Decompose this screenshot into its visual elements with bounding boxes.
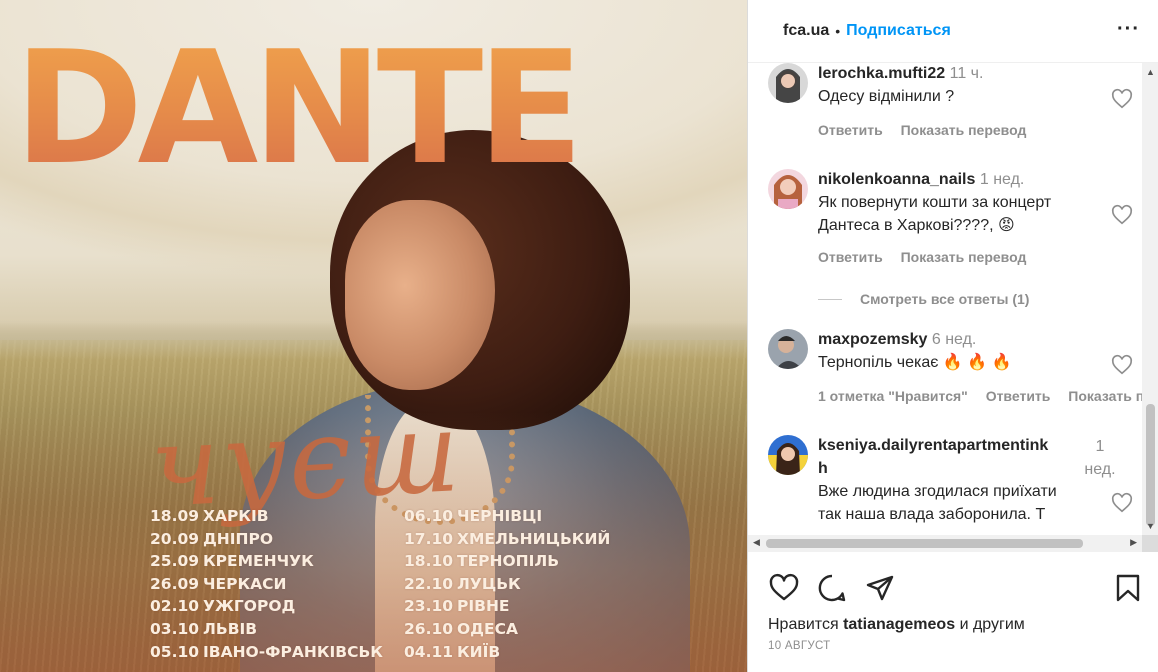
comment-actions: 1 отметка "Нравится" Ответить Показать п… [818, 388, 1142, 404]
comment-time[interactable]: 1 нед. [980, 171, 1025, 188]
translate-button[interactable]: Показать перевод [1068, 388, 1142, 404]
scroll-left-arrow-icon[interactable]: ◀ [753, 537, 760, 548]
post-header: fca.ua • Подписаться ··· [748, 0, 1158, 63]
tour-date-row: 25.09 КРЕМЕНЧУК [150, 552, 314, 571]
reply-button[interactable]: Ответить [818, 249, 883, 265]
likes-others[interactable]: и другим [960, 616, 1025, 633]
follow-button[interactable]: Подписаться [846, 22, 951, 40]
author-username[interactable]: fca.ua [783, 22, 829, 40]
scrollbar-thumb[interactable] [1146, 404, 1155, 526]
tour-date-row: 22.10 ЛУЦЬК [404, 574, 521, 593]
view-replies-button[interactable]: Смотреть все ответы (1) [818, 291, 1029, 307]
tour-date-row: 23.10 РІВНЕ [404, 597, 510, 616]
tour-date-row: 06.10 ЧЕРНІВЦІ [404, 507, 543, 525]
tour-date-row: 20.09 ДНІПРО [150, 529, 274, 548]
comment-text: Тернопіль чекає 🔥 🔥 🔥 [818, 354, 1012, 371]
comments-panel: fca.ua • Подписаться ··· lerochka.mufti2… [747, 0, 1158, 672]
comment-text: Як повернути кошти за концерт Дантеса в … [818, 194, 1052, 234]
likes-prefix: Нравится [768, 616, 839, 633]
horizontal-scrollbar[interactable]: ◀ ▶ [748, 535, 1142, 552]
tour-date-row: 18.09 ХАРКІВ [150, 507, 269, 525]
comment-username[interactable]: lerochka.mufti22 [818, 65, 945, 82]
post-date[interactable]: 10 АВГУСТ [768, 640, 831, 652]
share-icon[interactable] [864, 572, 896, 604]
comment-time[interactable]: 1 нед. [1080, 435, 1120, 481]
avatar[interactable] [768, 169, 808, 209]
tour-date-row: 17.10 ХМЕЛЬНИЦЬКИЙ [404, 529, 611, 548]
bookmark-icon[interactable] [1112, 572, 1144, 604]
scroll-up-arrow-icon[interactable]: ▲ [1146, 67, 1155, 77]
scroll-right-arrow-icon[interactable]: ▶ [1130, 537, 1137, 548]
comment-actions: Ответить Показать перевод [818, 122, 1040, 138]
header-separator: • [835, 23, 841, 39]
tour-date-row: 26.10 ОДЕСА [404, 619, 518, 638]
likes-username[interactable]: tatianagemeos [843, 616, 955, 633]
scrollbar-corner [1142, 535, 1158, 552]
like-comment-heart-icon[interactable] [1111, 354, 1133, 376]
comment-actions: Ответить Показать перевод [818, 249, 1040, 265]
avatar[interactable] [768, 329, 808, 369]
comment-body: kseniya.dailyrentapartmentinkh Вже людин… [818, 434, 1058, 526]
poster-headline: DANTES [14, 17, 685, 199]
vertical-scrollbar[interactable]: ▲ ▼ [1142, 63, 1158, 535]
comment-time[interactable]: 6 нед. [932, 331, 977, 348]
likes-summary: Нравится tatianagemeos и другим [768, 616, 1025, 634]
comment-body: lerochka.mufti22 11 ч. Одесу відмінили ? [818, 63, 1098, 108]
scroll-down-arrow-icon[interactable]: ▼ [1146, 521, 1155, 531]
tour-date-row: 26.09 ЧЕРКАСИ [150, 574, 287, 593]
comment-text: Вже людина згодилася приїхати так наша в… [818, 483, 1057, 523]
heart-icon[interactable] [768, 572, 800, 604]
tour-date-row: 03.10 ЛЬВІВ [150, 619, 258, 638]
comments-list[interactable]: lerochka.mufti22 11 ч. Одесу відмінили ?… [748, 63, 1142, 535]
scrollbar-thumb[interactable] [766, 539, 1083, 548]
reply-button[interactable]: Ответить [986, 388, 1051, 404]
comment-icon[interactable] [816, 572, 848, 604]
translate-button[interactable]: Показать перевод [901, 249, 1027, 265]
comment-body: nikolenkoanna_nails 1 нед. Як повернути … [818, 168, 1098, 237]
more-icon[interactable]: ··· [1117, 18, 1140, 41]
comment-username[interactable]: nikolenkoanna_nails [818, 171, 975, 188]
like-comment-heart-icon[interactable] [1111, 204, 1133, 226]
like-comment-heart-icon[interactable] [1111, 492, 1133, 514]
comment-text: Одесу відмінили ? [818, 88, 955, 105]
comment-username[interactable]: kseniya.dailyrentapartmentinkh [818, 437, 1048, 477]
comment-time[interactable]: 11 ч. [950, 65, 984, 82]
tour-date-row: 02.10 УЖГОРОД [150, 597, 296, 616]
reply-button[interactable]: Ответить [818, 122, 883, 138]
like-comment-heart-icon[interactable] [1111, 88, 1133, 110]
tour-date-row: 04.11 КИЇВ [404, 642, 501, 661]
tour-date-row: 05.10 ІВАНО-ФРАНКІВСЬК [150, 642, 383, 661]
tour-date-row: 18.10 ТЕРНОПІЛЬ [404, 552, 560, 571]
translate-button[interactable]: Показать перевод [901, 122, 1027, 138]
post-actions [768, 572, 1148, 604]
replies-divider [818, 298, 842, 300]
comment-body: maxpozemsky 6 нед. Тернопіль чекає 🔥 🔥 🔥 [818, 328, 1098, 374]
comment-username[interactable]: maxpozemsky [818, 331, 927, 348]
tour-dates-left: 18.09 ХАРКІВ 20.09 ДНІПРО 25.09 КРЕМЕНЧУК 2… [150, 505, 383, 663]
post-viewer: DANTES чуєш 18.09 ХАРКІВ 20.09 ДНІПРО 25.0… [0, 0, 1158, 672]
avatar[interactable] [768, 63, 808, 103]
post-image[interactable]: DANTES чуєш 18.09 ХАРКІВ 20.09 ДНІПРО 25.0… [0, 0, 747, 672]
tour-dates-right: 06.10 ЧЕРНІВЦІ 17.10 ХМЕЛЬНИЦЬКИЙ 18.10 ТЕР… [404, 505, 610, 663]
avatar[interactable] [768, 435, 808, 475]
likes-count[interactable]: 1 отметка "Нравится" [818, 388, 968, 404]
